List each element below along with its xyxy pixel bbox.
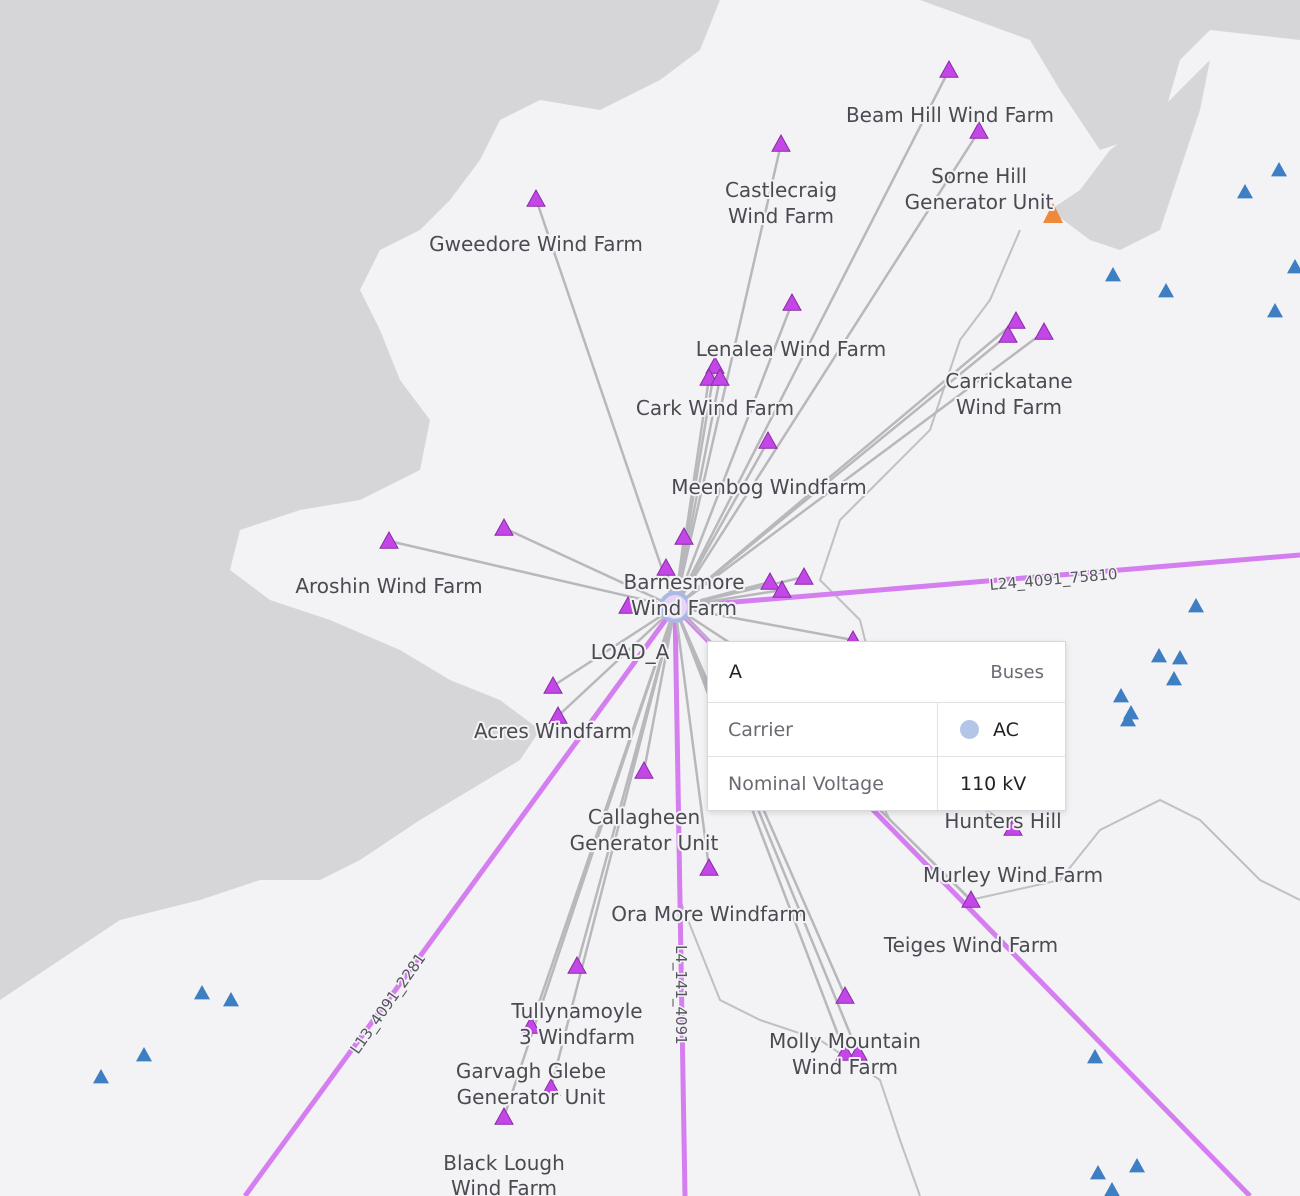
place-label: Hunters Hill [944, 809, 1061, 833]
place-label: Callagheen [588, 805, 700, 829]
place-label: Castlecraig [725, 178, 837, 202]
place-label: Beam Hill Wind Farm [846, 103, 1054, 127]
carrier-color-dot [960, 720, 979, 739]
place-label: Wind Farm [451, 1176, 557, 1196]
place-label: Wind Farm [792, 1055, 898, 1079]
tooltip-value: 110 kV [960, 772, 1027, 795]
line-label-l4: L4_141_4091 [671, 945, 690, 1045]
carrier-value: AC [993, 718, 1019, 741]
place-label: Generator Unit [905, 190, 1054, 214]
place-label: Acres Windfarm [474, 719, 632, 743]
tooltip-type: Buses [990, 661, 1044, 683]
place-label: Meenbog Windfarm [671, 475, 866, 499]
place-label: Murley Wind Farm [923, 863, 1103, 887]
place-label: Wind Farm [728, 204, 834, 228]
place-label: 3 Windfarm [519, 1025, 635, 1049]
tooltip-key: Carrier [708, 703, 938, 756]
place-label: Ora More Windfarm [611, 902, 806, 926]
tooltip-row-carrier: Carrier AC [708, 703, 1065, 757]
place-label: Aroshin Wind Farm [295, 574, 482, 598]
place-label: Lenalea Wind Farm [696, 337, 886, 361]
place-label: Generator Unit [570, 831, 719, 855]
place-label: Teiges Wind Farm [883, 933, 1058, 957]
place-label: Tullynamoyle [510, 999, 642, 1023]
place-label: Molly Mountain [769, 1029, 921, 1053]
tooltip-value: AC [938, 703, 1065, 756]
tooltip-header: A Buses [708, 642, 1065, 703]
place-label: Black Lough [443, 1151, 565, 1175]
place-label: Sorne Hill [931, 164, 1027, 188]
place-label: Cark Wind Farm [636, 396, 794, 420]
place-label: Generator Unit [457, 1085, 606, 1109]
place-label: Wind Farm [956, 395, 1062, 419]
tooltip-row-voltage: Nominal Voltage 110 kV [708, 757, 1065, 810]
bus-tooltip: A Buses Carrier AC Nominal Voltage 110 k… [707, 641, 1066, 811]
tooltip-key: Nominal Voltage [708, 757, 938, 810]
place-label: Wind Farm [631, 596, 737, 620]
map-canvas[interactable]: L24_4091_75810 L13_4091_2281 L4_141_4091… [0, 0, 1300, 1196]
place-label: LOAD_A [591, 640, 670, 664]
place-label: Gweedore Wind Farm [429, 232, 643, 256]
place-label: Garvagh Glebe [456, 1059, 606, 1083]
tooltip-title: A [729, 661, 742, 683]
place-label: Barnesmore [623, 570, 744, 594]
place-label: Carrickatane [945, 369, 1072, 393]
